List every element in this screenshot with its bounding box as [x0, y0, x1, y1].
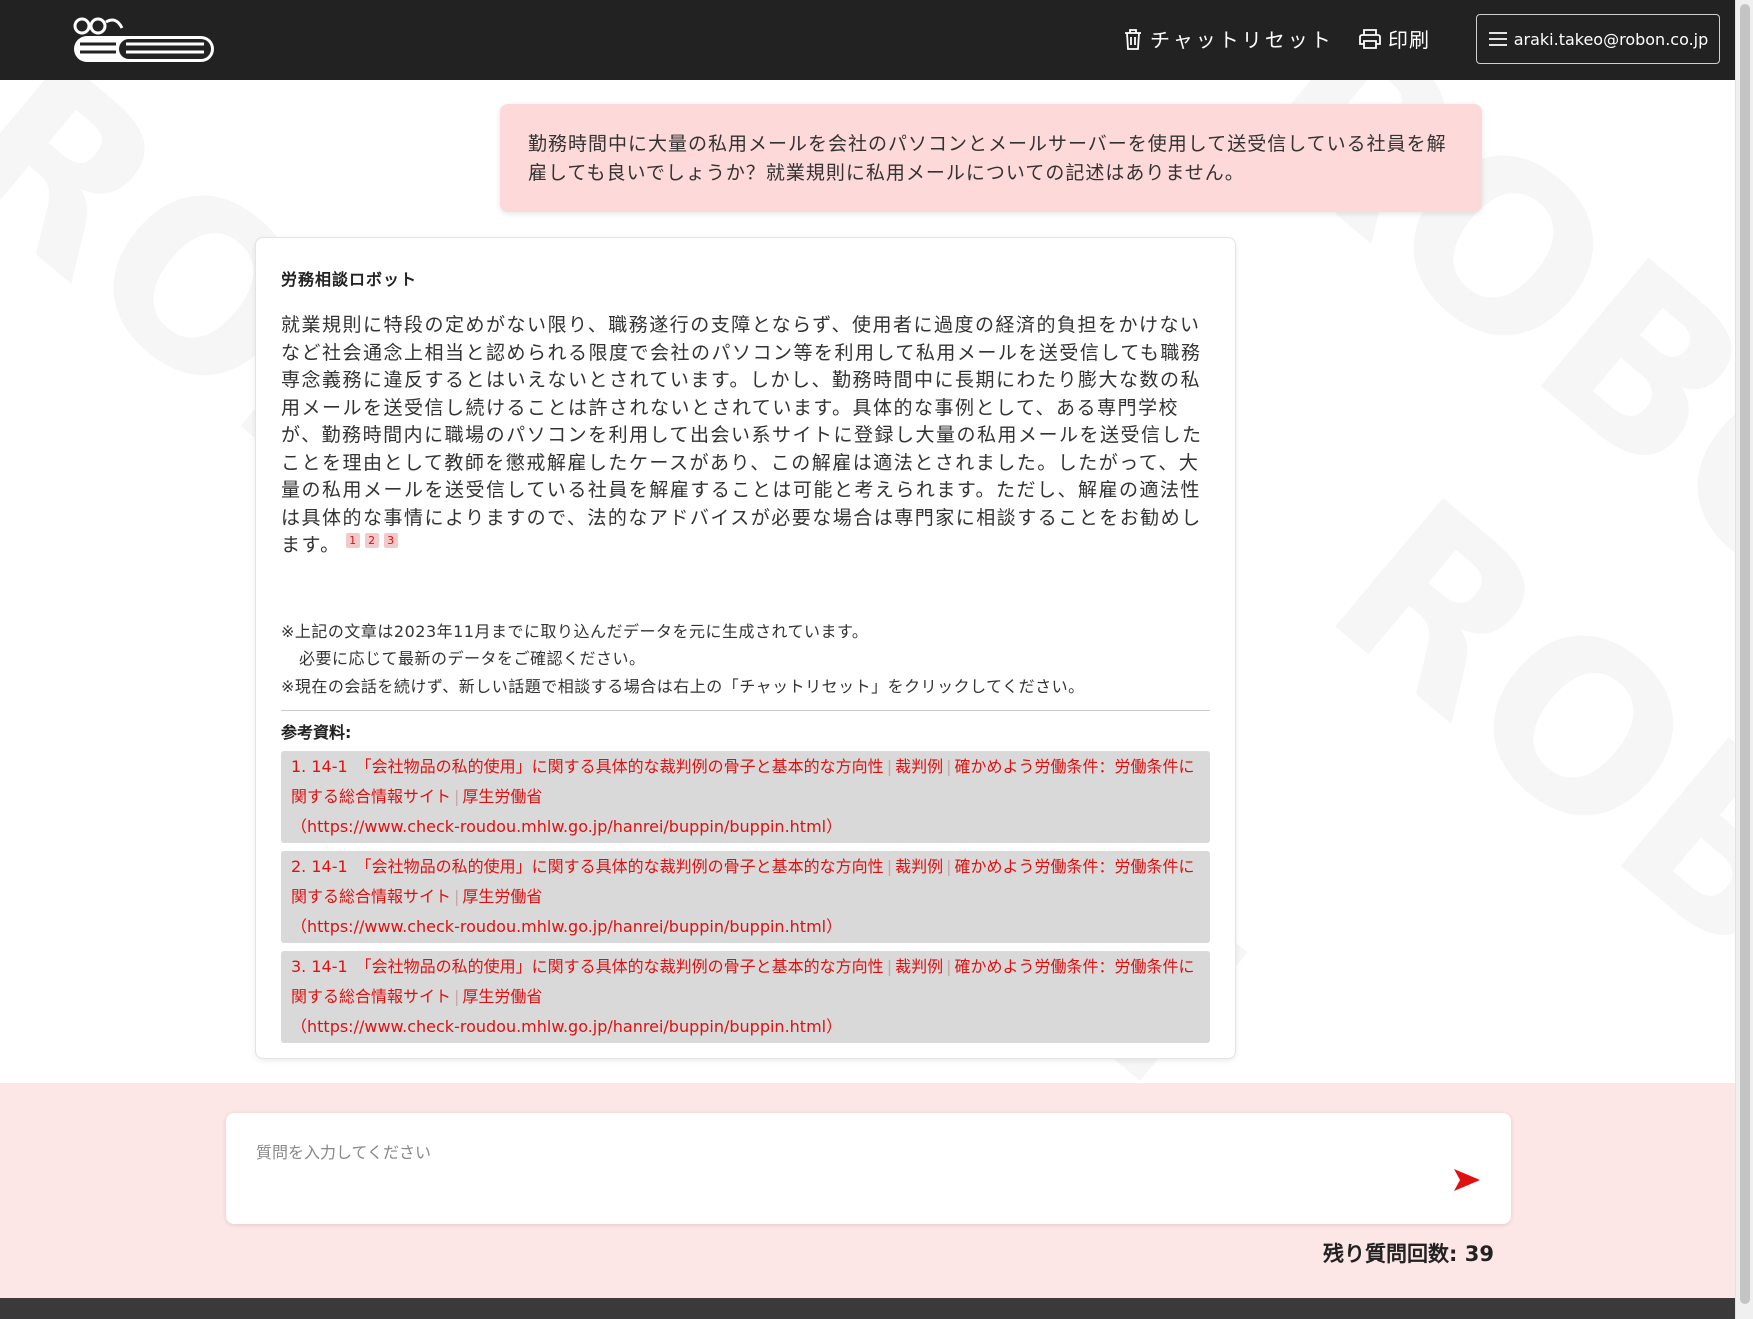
- reference-publisher: 厚生労働省: [462, 787, 543, 806]
- footer: [0, 1298, 1735, 1319]
- print-button[interactable]: 印刷: [1358, 24, 1430, 53]
- robot-logo-icon: [73, 17, 214, 62]
- reference-category: 裁判例: [895, 857, 944, 876]
- reference-category: 裁判例: [895, 957, 944, 976]
- separator: |: [946, 957, 952, 976]
- user-email: araki.takeo@robon.co.jp: [1513, 29, 1709, 49]
- header-bar: チャットリセット 印刷 araki.takeo@robon.co.jp: [0, 0, 1735, 80]
- chat-area[interactable]: ROBON ROBON ROBON ROBON 勤務時間中に大量の私用メールを会…: [0, 80, 1735, 1083]
- reference-title: 14-1 「会社物品の私的使用」に関する具体的な裁判例の骨子と基本的な方向性: [311, 957, 884, 976]
- separator: |: [886, 757, 893, 776]
- reference-publisher: 厚生労働省: [462, 887, 543, 906]
- send-arrow-icon: [1454, 1169, 1480, 1191]
- hamburger-menu-icon: [1488, 32, 1507, 46]
- reference-number: 1.: [291, 757, 307, 776]
- user-message-text: 勤務時間中に大量の私用メールを会社のパソコンとメールサーバーを使用して送受信して…: [528, 133, 1447, 184]
- disclaimer-line-2: 必要に応じて最新のデータをご確認ください。: [299, 649, 646, 668]
- citation-badge-1[interactable]: 1: [345, 533, 360, 548]
- scrollbar[interactable]: [1735, 0, 1753, 1319]
- separator: |: [946, 857, 952, 876]
- reference-url: （https://www.check-roudou.mhlw.go.jp/han…: [291, 917, 843, 936]
- user-menu-button[interactable]: araki.takeo@robon.co.jp: [1476, 14, 1720, 64]
- question-input-box[interactable]: [226, 1113, 1511, 1224]
- bot-name: 労務相談ロボット: [281, 270, 418, 289]
- bot-answer: 就業規則に特段の定めがない限り、職務遂行の支障とならず、使用者に過度の経済的負担…: [281, 312, 1210, 560]
- trash-icon: [1125, 28, 1141, 50]
- disclaimer-notes: ※上記の文章は2023年11月までに取り込んだデータを元に生成されています。 必…: [281, 618, 1210, 701]
- print-label: 印刷: [1388, 28, 1430, 52]
- user-message-bubble: 勤務時間中に大量の私用メールを会社のパソコンとメールサーバーを使用して送受信して…: [500, 104, 1482, 212]
- separator: |: [946, 757, 952, 776]
- divider: [281, 710, 1210, 711]
- citation-badge-2[interactable]: 2: [364, 533, 379, 548]
- remaining-count: 39: [1464, 1242, 1494, 1266]
- separator: |: [454, 887, 460, 906]
- separator: |: [454, 987, 460, 1006]
- chat-reset-label: チャットリセット: [1150, 28, 1334, 52]
- reference-url: （https://www.check-roudou.mhlw.go.jp/han…: [291, 1017, 843, 1036]
- printer-icon: [1359, 28, 1381, 49]
- bot-response-card: 労務相談ロボット 就業規則に特段の定めがない限り、職務遂行の支障とならず、使用者…: [255, 237, 1236, 1059]
- separator: |: [454, 787, 460, 806]
- reference-link-1[interactable]: 1. 14-1 「会社物品の私的使用」に関する具体的な裁判例の骨子と基本的な方向…: [281, 751, 1210, 843]
- disclaimer-line-1: ※上記の文章は2023年11月までに取り込んだデータを元に生成されています。: [281, 621, 869, 641]
- logo[interactable]: [72, 14, 218, 66]
- reference-category: 裁判例: [895, 757, 944, 776]
- reference-number: 3.: [291, 957, 307, 976]
- reference-number: 2.: [291, 857, 307, 876]
- citation-badge-3[interactable]: 3: [383, 533, 398, 548]
- reference-title: 14-1 「会社物品の私的使用」に関する具体的な裁判例の骨子と基本的な方向性: [311, 757, 884, 776]
- reference-url: （https://www.check-roudou.mhlw.go.jp/han…: [291, 817, 843, 836]
- reference-title: 14-1 「会社物品の私的使用」に関する具体的な裁判例の骨子と基本的な方向性: [311, 857, 884, 876]
- remaining-label: 残り質問回数:: [1323, 1242, 1458, 1266]
- input-area: 残り質問回数: 39: [0, 1083, 1735, 1298]
- references-title: 参考資料:: [281, 723, 352, 742]
- send-button[interactable]: [1452, 1165, 1482, 1195]
- remaining-questions: 残り質問回数: 39: [1323, 1238, 1494, 1268]
- reference-link-2[interactable]: 2. 14-1 「会社物品の私的使用」に関する具体的な裁判例の骨子と基本的な方向…: [281, 851, 1210, 943]
- separator: |: [886, 857, 893, 876]
- disclaimer-line-3: ※現在の会話を続けず、新しい話題で相談する場合は右上の「チャットリセット」をクリ…: [281, 676, 1085, 696]
- reference-publisher: 厚生労働省: [462, 987, 543, 1006]
- scrollbar-thumb[interactable]: [1740, 4, 1750, 1304]
- separator: |: [886, 957, 893, 976]
- bot-answer-text: 就業規則に特段の定めがない限り、職務遂行の支障とならず、使用者に過度の経済的負担…: [281, 314, 1203, 556]
- chat-reset-button[interactable]: チャットリセット: [1122, 24, 1334, 53]
- question-input[interactable]: [254, 1137, 1398, 1211]
- reference-link-3[interactable]: 3. 14-1 「会社物品の私的使用」に関する具体的な裁判例の骨子と基本的な方向…: [281, 951, 1210, 1043]
